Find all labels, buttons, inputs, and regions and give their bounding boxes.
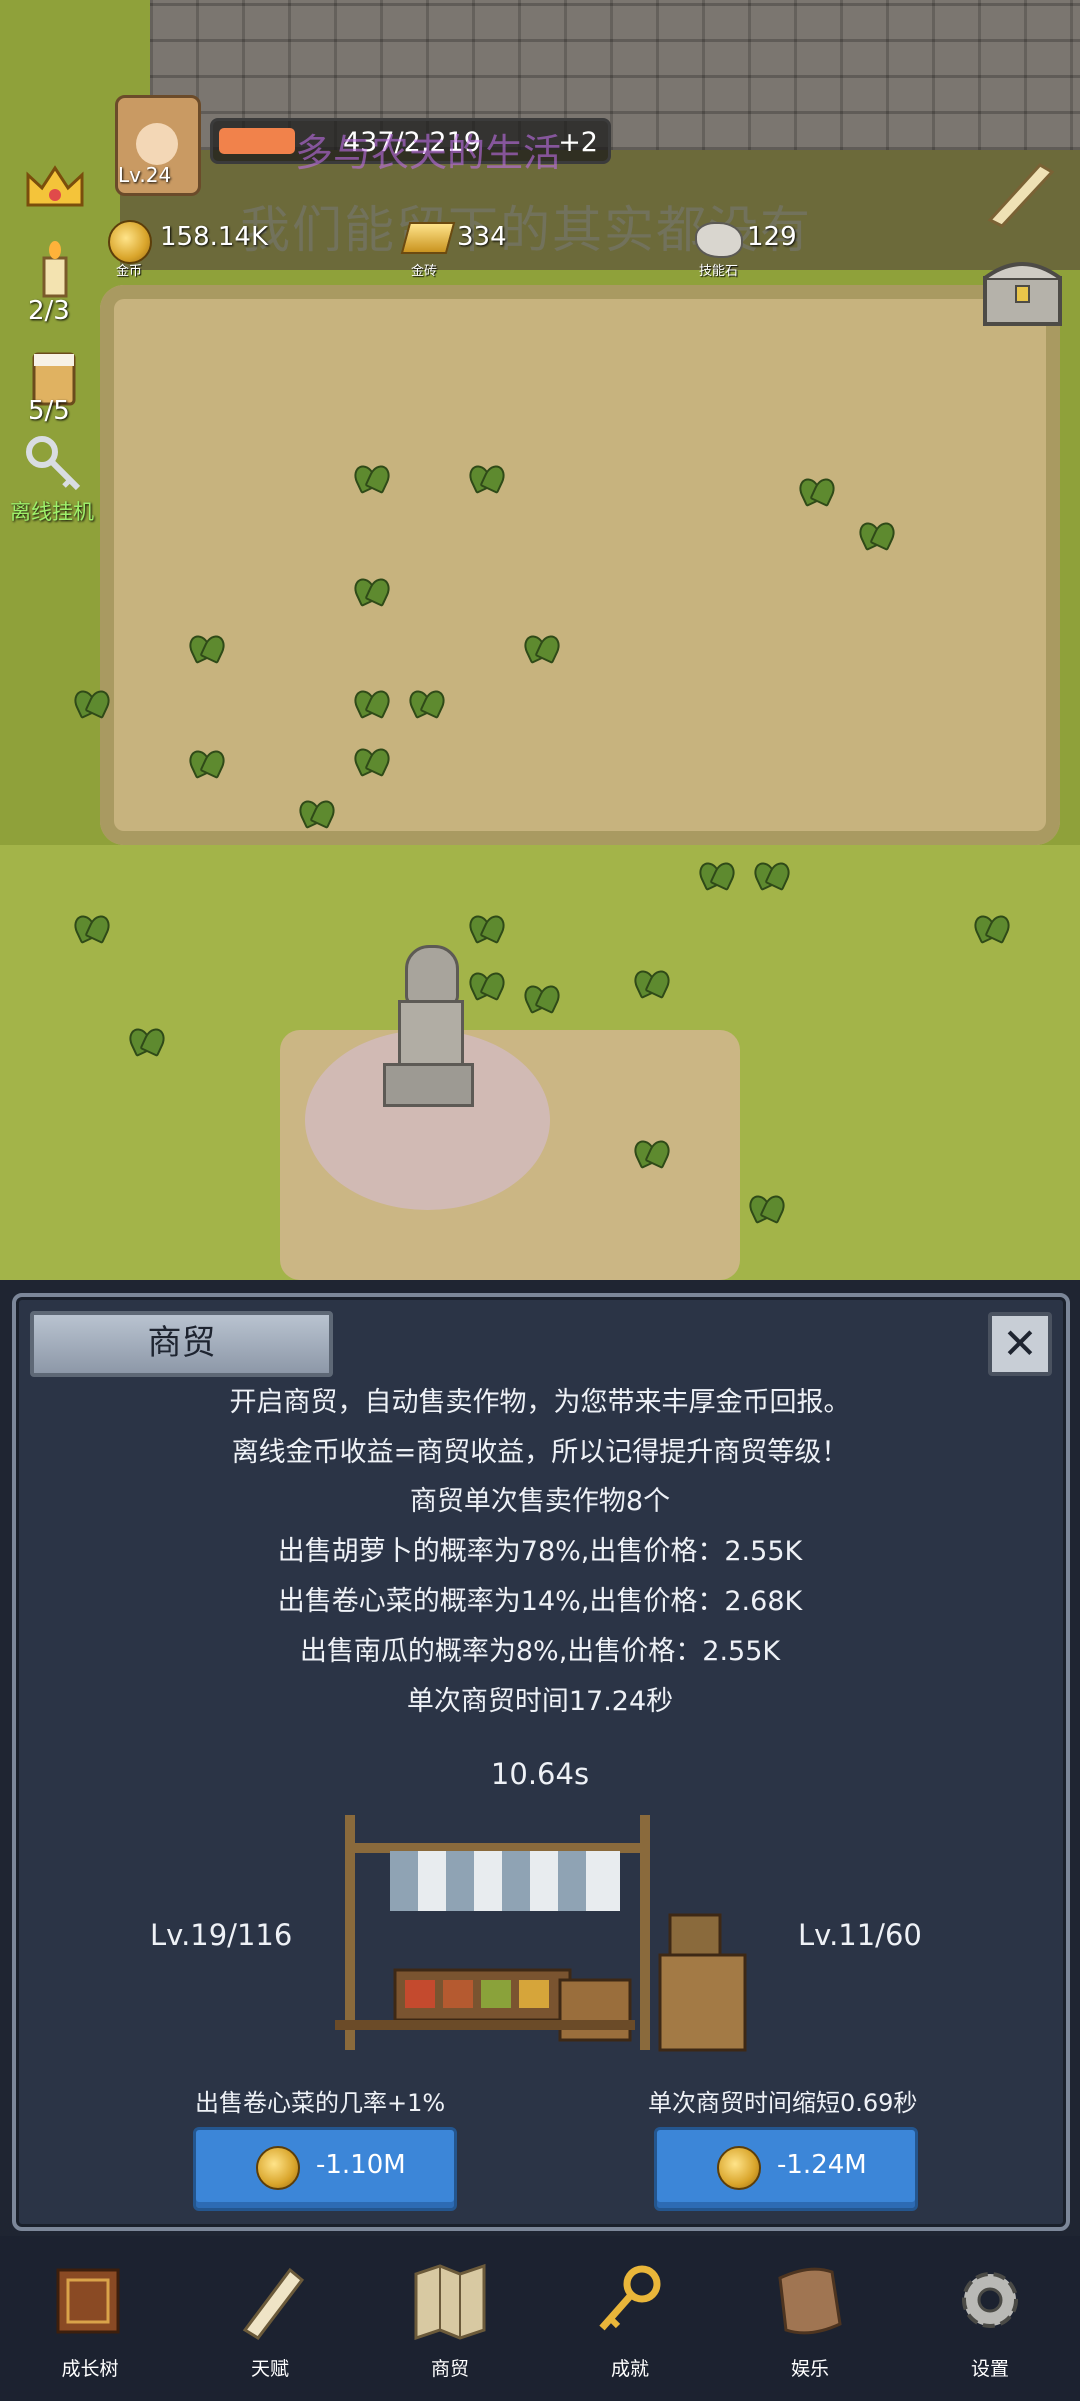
skill-stone-icon — [695, 222, 743, 258]
nav-talent[interactable]: 天赋 — [205, 2240, 335, 2390]
gold-label: 金币 — [116, 264, 143, 279]
map-icon — [410, 2260, 490, 2341]
crop-sprout[interactable] — [800, 478, 834, 504]
crop-sprout[interactable] — [470, 465, 504, 491]
panel-title: 商贸 — [30, 1311, 333, 1377]
upgrade-cost: -1.10M — [316, 2150, 406, 2180]
book-icon — [50, 2260, 130, 2340]
xp-bar-fill — [219, 128, 295, 154]
skill-stone-counter: 129 技能石 — [695, 210, 845, 279]
crop-sprout[interactable] — [635, 970, 669, 996]
crop-sprout[interactable] — [355, 578, 389, 604]
gold-coin-icon — [108, 220, 152, 264]
nav-growth-tree[interactable]: 成长树 — [25, 2240, 155, 2390]
trade-timer: 10.64s — [490, 1757, 590, 1791]
key-icon — [590, 2260, 670, 2340]
left-upgrade-level: Lv.19/116 — [150, 1918, 293, 1952]
crop-sprout[interactable] — [190, 750, 224, 776]
skill-stone-value: 129 — [747, 222, 797, 252]
market-stall-icon — [335, 1815, 755, 2060]
crop-sprout[interactable] — [75, 915, 109, 941]
candle-icon[interactable] — [20, 240, 90, 300]
nav-trade[interactable]: 商贸 — [385, 2240, 515, 2390]
parchment-icon — [770, 2260, 850, 2340]
crop-sprout[interactable] — [355, 465, 389, 491]
crop-sprout[interactable] — [130, 1028, 164, 1054]
upgrade-trade-time-button[interactable]: -1.24M — [654, 2127, 918, 2211]
horn-icon[interactable] — [980, 150, 1060, 230]
nav-label: 商贸 — [430, 2358, 469, 2380]
left-upgrade-label: 出售卷心菜的几率+1% — [195, 2089, 446, 2117]
nav-label: 成长树 — [61, 2358, 119, 2380]
farm-field[interactable] — [100, 285, 1060, 845]
trade-desc-line: 商贸单次售卖作物8个 — [409, 1486, 671, 1517]
crop-sprout[interactable] — [470, 972, 504, 998]
candle-count: 2/3 — [28, 296, 70, 326]
xp-bonus: +2 — [558, 127, 598, 158]
statue-base — [383, 1063, 474, 1107]
player-level: Lv.24 — [118, 163, 172, 187]
idle-key-icon[interactable] — [20, 432, 90, 497]
crop-sprout[interactable] — [410, 690, 444, 716]
crop-sprout[interactable] — [975, 915, 1009, 941]
idle-mode-label[interactable]: 离线挂机 — [10, 496, 94, 526]
gold-coin-icon — [717, 2146, 761, 2190]
scroll-icon — [230, 2260, 310, 2340]
crop-sprout[interactable] — [750, 1195, 784, 1221]
treasure-chest-icon[interactable] — [980, 250, 1065, 330]
game-scene[interactable]: Lv.24 437/2,219 +2 多与农夫的生活 我们能留下的其实都没有 1… — [0, 0, 1080, 1280]
crop-sprout[interactable] — [755, 862, 789, 888]
nav-label: 天赋 — [250, 2358, 289, 2380]
drink-count: 5/5 — [28, 396, 70, 426]
gold-counter: 158.14K 金币 — [108, 210, 298, 279]
trade-desc-line: 开启商贸，自动售卖作物，为您带来丰厚金币回报。 — [229, 1387, 851, 1418]
nav-label: 设置 — [970, 2358, 1009, 2380]
crop-sprout[interactable] — [355, 690, 389, 716]
nav-label: 成就 — [610, 2358, 649, 2380]
upgrade-cabbage-button[interactable]: -1.10M — [193, 2127, 457, 2211]
angel-statue[interactable] — [380, 945, 475, 1115]
gear-icon — [950, 2260, 1030, 2340]
nav-achievement[interactable]: 成就 — [565, 2240, 695, 2390]
crop-sprout[interactable] — [635, 1140, 669, 1166]
gold-coin-icon — [256, 2146, 300, 2190]
statue-head — [405, 945, 459, 1006]
gold-bar-icon — [400, 222, 456, 254]
trade-desc-line: 离线金币收益=商贸收益，所以记得提升商贸等级！ — [231, 1437, 849, 1468]
crop-sprout[interactable] — [470, 915, 504, 941]
bottom-nav — [0, 2236, 1080, 2401]
right-upgrade-label: 单次商贸时间缩短0.69秒 — [648, 2089, 918, 2117]
trade-desc-line: 出售卷心菜的概率为14%,出售价格：2.68K — [277, 1586, 803, 1617]
crop-sprout[interactable] — [700, 862, 734, 888]
crop-sprout[interactable] — [355, 748, 389, 774]
upgrade-cost: -1.24M — [777, 2150, 867, 2180]
gold-bar-counter: 334 金砖 — [400, 210, 555, 279]
crop-sprout[interactable] — [525, 985, 559, 1011]
crop-sprout[interactable] — [75, 690, 109, 716]
nav-settings[interactable]: 设置 — [925, 2240, 1055, 2390]
gold-value: 158.14K — [160, 222, 269, 252]
trade-desc-line: 出售胡萝卜的概率为78%,出售价格：2.55K — [277, 1536, 803, 1567]
gold-bar-value: 334 — [457, 222, 507, 252]
crop-sprout[interactable] — [190, 635, 224, 661]
crown-icon[interactable] — [20, 150, 90, 220]
nav-label: 娱乐 — [790, 2358, 829, 2380]
close-icon: ✕ — [1002, 1319, 1038, 1368]
close-button[interactable]: ✕ — [988, 1312, 1052, 1376]
right-upgrade-level: Lv.11/60 — [798, 1918, 922, 1952]
statue-body — [398, 1000, 464, 1066]
nav-entertainment[interactable]: 娱乐 — [745, 2240, 875, 2390]
watermark-line-1: 多与农夫的生活 — [295, 131, 562, 175]
gold-bar-label: 金砖 — [411, 264, 438, 279]
skill-stone-label: 技能石 — [699, 264, 739, 279]
crop-sprout[interactable] — [300, 800, 334, 826]
crop-sprout[interactable] — [860, 522, 894, 548]
trade-desc-line: 单次商贸时间17.24秒 — [406, 1686, 674, 1717]
crop-sprout[interactable] — [525, 635, 559, 661]
trade-desc-line: 出售南瓜的概率为8%,出售价格：2.55K — [299, 1636, 781, 1667]
